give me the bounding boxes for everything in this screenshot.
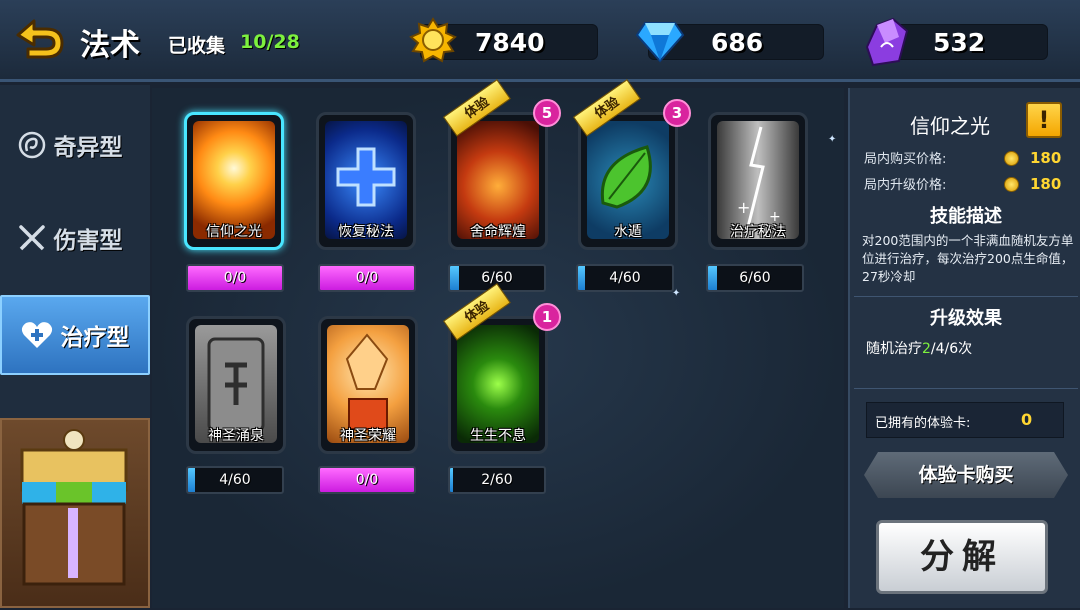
detail-title: 信仰之光 [910,114,990,138]
upgrade-price-row: 局内升级价格: 180 [864,174,1074,198]
owned-label: 已拥有的体验卡: [875,416,971,431]
upgrade-heading: 升级效果 [930,308,1002,329]
upgrade-price-label: 局内升级价格: [864,178,947,193]
card-name: 信仰之光 [206,224,262,240]
buy-price-row: 局内购买价格: 180 [864,148,1074,172]
crossed-swords-icon [18,225,45,251]
sparkle-decoration: ✦ [828,134,837,145]
spell-card[interactable]: 体验 3 水遁 [573,79,691,250]
gold-coin-icon [409,17,457,63]
card-progress-text: 2/60 [481,472,513,488]
spell-card[interactable]: 体验 5 舍命辉煌 [443,79,561,250]
owned-trial-cards: 已拥有的体验卡: 0 [866,402,1064,438]
tab-exotic-label: 奇异型 [53,135,123,161]
purple-crystal-icon [865,17,909,67]
divider [854,388,1078,389]
tab-exotic[interactable]: 奇异型 [0,105,140,185]
card-progress-text: 4/60 [609,270,641,286]
card-progress: 0/0 [186,264,284,292]
spell-card[interactable]: 体验 1 生生不息 [443,283,561,454]
upgrade-description: 随机治疗2/4/6次 [866,338,972,358]
card-name: 治疗秘法 [730,224,786,240]
upgrade-suffix: /4/6次 [930,341,973,357]
gold-currency: 7840 [409,17,598,63]
skill-heading: 技能描述 [930,206,1002,227]
collected-count: 10/28 [240,31,300,53]
collected-label: 已收集 [168,35,226,57]
card-progress: 6/60 [706,264,804,292]
owned-value: 0 [1021,410,1033,429]
divider [854,296,1078,297]
card-progress: 0/0 [318,264,416,292]
gem-amount: 686 [711,28,764,57]
card-progress: 4/60 [576,264,674,292]
spell-card[interactable]: 神圣荣耀 [318,316,418,454]
upgrade-current-level: 2 [922,341,931,357]
chest-icon [20,429,128,586]
card-progress: 0/0 [318,466,416,494]
crystal-amount: 532 [933,28,986,57]
spell-grid: ✦ ✦ 信仰之光 0/0 恢复秘法 0/0 体验 5 舍命辉煌 6/60 体验 … [152,79,844,608]
top-bar: 法术 已收集 10/28 7840 686 532 [0,0,1080,82]
card-name: 水遁 [614,224,642,240]
back-arrow-icon [16,19,64,59]
crystal-currency: 532 [865,17,1048,67]
gold-amount: 7840 [475,28,545,57]
buy-trial-card-button[interactable]: 体验卡购买 [864,452,1068,498]
coin-icon [1004,151,1019,166]
card-name: 生生不息 [470,428,526,444]
skill-description: 对200范围内的一个非满血随机友方单位进行治疗，每次治疗200点生命值，27秒冷… [862,233,1074,284]
svg-text:+: + [737,198,750,217]
card-progress-text: 0/0 [355,472,379,488]
spell-card[interactable]: 神圣涌泉 [186,316,286,454]
card-progress-text: 4/60 [219,472,251,488]
card-name: 舍命辉煌 [470,224,526,240]
diamond-icon [635,22,685,63]
gem-currency: 686 [635,22,824,63]
count-badge: 1 [533,303,561,331]
card-progress-text: 0/0 [355,270,379,286]
back-button[interactable] [12,14,68,66]
spell-card[interactable]: 信仰之光 [184,112,284,250]
count-badge: 5 [533,99,561,127]
buy-price-value: 180 [1030,149,1062,167]
card-name: 神圣荣耀 [340,428,396,444]
upgrade-prefix: 随机治疗 [866,341,922,357]
tab-damage[interactable]: 伤害型 [0,198,140,278]
swirl-icon [18,131,45,159]
heart-plus-icon [21,322,52,348]
category-sidebar: 奇异型 伤害型 治疗型 [0,85,150,608]
card-progress-text: 6/60 [739,270,771,286]
decompose-button[interactable]: 分解 [876,520,1048,594]
card-name: 恢复秘法 [338,224,394,240]
upgrade-price-value: 180 [1030,175,1062,193]
info-button[interactable]: ! [1026,102,1062,138]
card-name: 神圣涌泉 [208,428,264,444]
spell-detail-panel: 信仰之光 ! 局内购买价格: 180 局内升级价格: 180 技能描述 对200… [848,88,1080,608]
treasure-chest[interactable] [0,418,150,608]
tab-healing[interactable]: 治疗型 [0,295,150,375]
page-title: 法术 [80,28,140,63]
spell-card[interactable]: + + 治疗秘法 [708,112,808,250]
card-progress: 4/60 [186,466,284,494]
count-badge: 3 [663,99,691,127]
card-progress-text: 0/0 [223,270,247,286]
spell-card[interactable]: 恢复秘法 [316,112,416,250]
tab-healing-label: 治疗型 [60,325,130,351]
tab-damage-label: 伤害型 [53,228,123,254]
coin-icon [1004,177,1019,192]
card-progress: 2/60 [448,466,546,494]
buy-price-label: 局内购买价格: [864,152,947,167]
